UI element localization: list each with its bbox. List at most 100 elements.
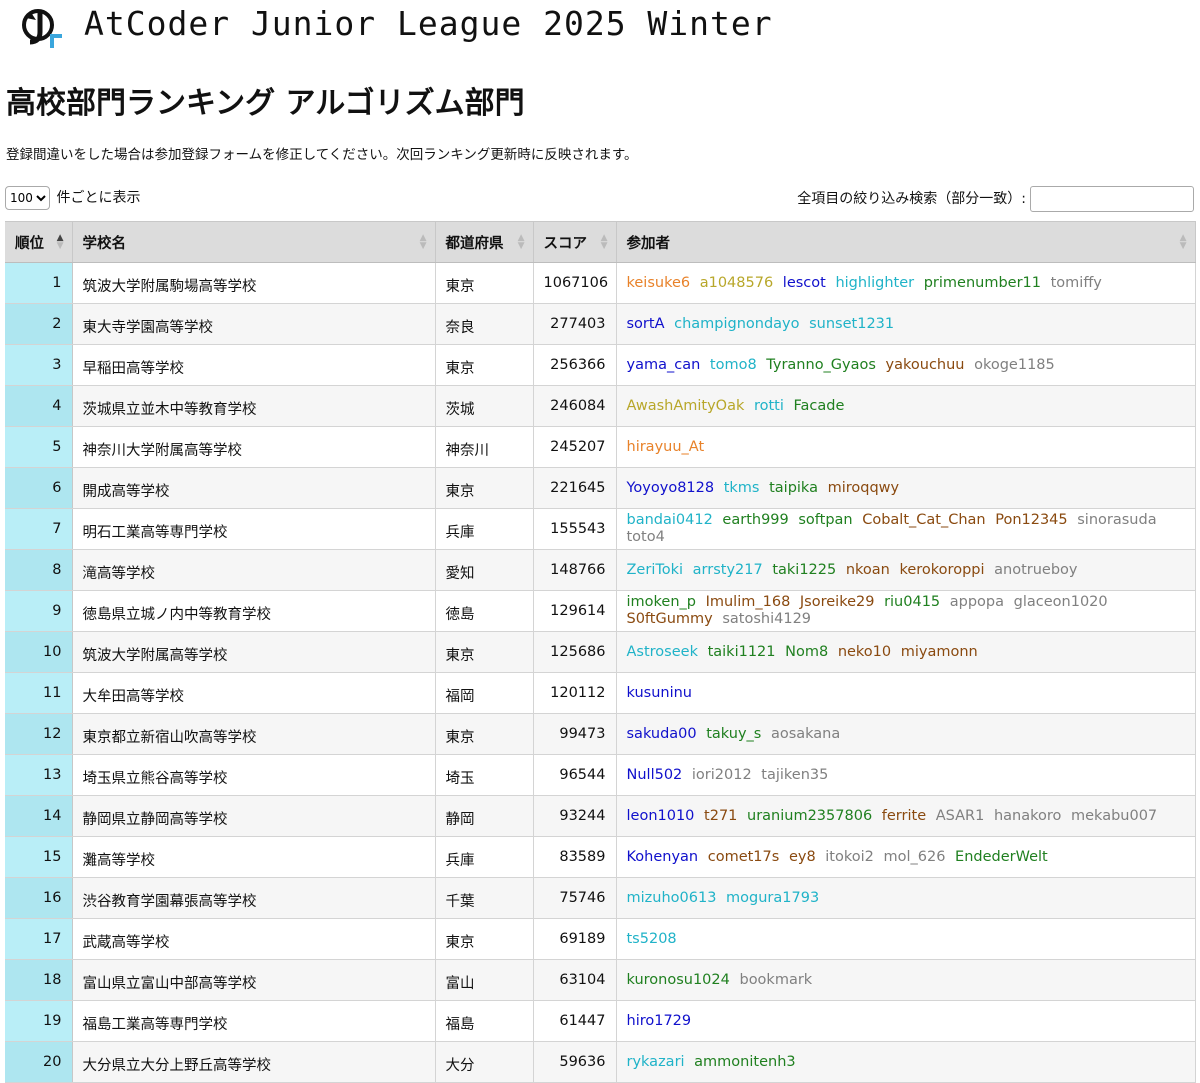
table-row: 6 開成高等学校 東京 221645 Yoyoyo8128 tkms taipika m…: [5, 467, 1196, 509]
member-link[interactable]: a1048576: [700, 275, 773, 291]
member-link[interactable]: comet17s: [708, 849, 780, 865]
member-link[interactable]: imoken_p: [627, 594, 696, 610]
score-cell: 75746: [533, 877, 617, 919]
member-link[interactable]: toto4: [627, 529, 665, 545]
member-link[interactable]: Facade: [794, 398, 845, 414]
member-link[interactable]: Yoyoyo8128: [627, 480, 715, 496]
member-link[interactable]: AwashAmityOak: [627, 398, 745, 414]
member-link[interactable]: neko10: [838, 644, 891, 660]
member-link[interactable]: taipika: [769, 480, 818, 496]
member-link[interactable]: ferrite: [882, 808, 926, 824]
member-link[interactable]: hirayuu_At: [627, 439, 705, 455]
column-header-label: スコア: [543, 235, 588, 252]
notice-text: 登録間違いをした場合は参加登録フォームを修正してください。次回ランキング更新時に…: [6, 147, 638, 163]
member-link[interactable]: Jsoreike29: [800, 594, 875, 610]
member-link[interactable]: softpan: [798, 512, 852, 528]
prefecture-cell: 奈良: [435, 303, 534, 345]
member-link[interactable]: hiro1729: [627, 1013, 692, 1029]
member-link[interactable]: earth999: [722, 512, 788, 528]
member-link[interactable]: Null502: [627, 767, 683, 783]
member-link[interactable]: Nom8: [785, 644, 828, 660]
table-row: 12 東京都立新宿山吹高等学校 東京 99473 sakuda00 takuy_s ao…: [5, 713, 1196, 755]
member-link[interactable]: ey8: [789, 849, 816, 865]
member-link[interactable]: Cobalt_Cat_Chan: [862, 512, 985, 528]
member-link[interactable]: champignondayo: [674, 316, 799, 332]
column-header-score[interactable]: スコア ▲ ▼: [533, 221, 617, 263]
member-link[interactable]: iori2012: [692, 767, 752, 783]
member-link[interactable]: EndederWelt: [955, 849, 1048, 865]
member-link[interactable]: satoshi4129: [722, 611, 811, 627]
member-link[interactable]: bandai0412: [627, 512, 713, 528]
member-link[interactable]: primenumber11: [924, 275, 1041, 291]
member-link[interactable]: glaceon1020: [1014, 594, 1108, 610]
member-link[interactable]: uranium2357806: [747, 808, 872, 824]
member-link[interactable]: kerokoroppi: [899, 562, 984, 578]
member-link[interactable]: bookmark: [739, 972, 812, 988]
member-link[interactable]: arrsty217: [693, 562, 763, 578]
member-link[interactable]: sinorasuda: [1077, 512, 1156, 528]
page-size-select[interactable]: 100: [5, 186, 50, 210]
member-link[interactable]: hanakoro: [994, 808, 1061, 824]
member-link[interactable]: aosakana: [771, 726, 840, 742]
member-link[interactable]: mekabu007: [1071, 808, 1157, 824]
column-header-rank[interactable]: 順位 ▲ ▼: [5, 221, 73, 263]
member-link[interactable]: mizuho0613: [627, 890, 717, 906]
member-link[interactable]: yakouchuu: [886, 357, 965, 373]
member-link[interactable]: mogura1793: [726, 890, 819, 906]
member-link[interactable]: t271: [704, 808, 737, 824]
score-cell: 1067106: [533, 262, 617, 304]
members-cell: kuronosu1024 bookmark: [616, 959, 1196, 1001]
rank-cell: 19: [5, 1000, 73, 1042]
member-link[interactable]: miroqqwy: [828, 480, 900, 496]
member-link[interactable]: Imulim_168: [706, 594, 791, 610]
member-link[interactable]: yama_can: [627, 357, 701, 373]
member-link[interactable]: kuronosu1024: [627, 972, 730, 988]
member-link[interactable]: mol_626: [883, 849, 945, 865]
member-link[interactable]: miyamonn: [901, 644, 978, 660]
prefecture-cell: 東京: [435, 344, 534, 386]
member-link[interactable]: ammonitenh3: [694, 1054, 795, 1070]
member-link[interactable]: tomo8: [710, 357, 757, 373]
member-link[interactable]: sortA: [627, 316, 665, 332]
column-header-members[interactable]: 参加者 ▲ ▼: [616, 221, 1196, 263]
member-link[interactable]: kusuninu: [627, 685, 692, 701]
member-link[interactable]: tkms: [724, 480, 760, 496]
member-link[interactable]: sakuda00: [627, 726, 697, 742]
member-link[interactable]: rotti: [754, 398, 784, 414]
member-link[interactable]: nkoan: [846, 562, 890, 578]
search-input[interactable]: [1030, 186, 1194, 212]
member-link[interactable]: ts5208: [627, 931, 677, 947]
member-link[interactable]: tomiffy: [1051, 275, 1102, 291]
member-link[interactable]: lescot: [783, 275, 826, 291]
member-link[interactable]: keisuke6: [627, 275, 691, 291]
column-header-school[interactable]: 学校名 ▲ ▼: [72, 221, 436, 263]
member-link[interactable]: Kohenyan: [627, 849, 699, 865]
member-link[interactable]: Tyranno_Gyaos: [766, 357, 876, 373]
member-link[interactable]: rykazari: [627, 1054, 685, 1070]
member-link[interactable]: taiki1121: [708, 644, 776, 660]
member-link[interactable]: leon1010: [627, 808, 695, 824]
member-link[interactable]: anotrueboy: [994, 562, 1077, 578]
member-link[interactable]: S0ftGummy: [627, 611, 713, 627]
site-title[interactable]: AtCoder Junior League 2025 Winter: [84, 4, 773, 44]
member-link[interactable]: takuy_s: [706, 726, 761, 742]
member-link[interactable]: itokoi2: [825, 849, 874, 865]
member-link[interactable]: tajiken35: [761, 767, 828, 783]
members-cell: rykazari ammonitenh3: [616, 1041, 1196, 1083]
table-row: 14 静岡県立静岡高等学校 静岡 93244 leon1010 t271 uranium…: [5, 795, 1196, 837]
member-link[interactable]: riu0415: [884, 594, 940, 610]
member-link[interactable]: highlighter: [835, 275, 914, 291]
member-link[interactable]: okoge1185: [974, 357, 1055, 373]
member-link[interactable]: appopa: [950, 594, 1004, 610]
member-link[interactable]: ASAR1: [936, 808, 985, 824]
member-link[interactable]: Astroseek: [627, 644, 698, 660]
member-link[interactable]: sunset1231: [809, 316, 894, 332]
member-link[interactable]: taki1225: [772, 562, 836, 578]
search-label: 全項目の絞り込み検索（部分一致）:: [797, 191, 1026, 207]
member-link[interactable]: Pon12345: [995, 512, 1067, 528]
member-link[interactable]: ZeriToki: [627, 562, 684, 578]
table-row: 19 福島工業高等専門学校 福島 61447 hiro1729: [5, 1000, 1196, 1042]
rank-cell: 3: [5, 344, 73, 386]
rank-cell: 15: [5, 836, 73, 878]
column-header-prefecture[interactable]: 都道府県 ▲ ▼: [435, 221, 534, 263]
